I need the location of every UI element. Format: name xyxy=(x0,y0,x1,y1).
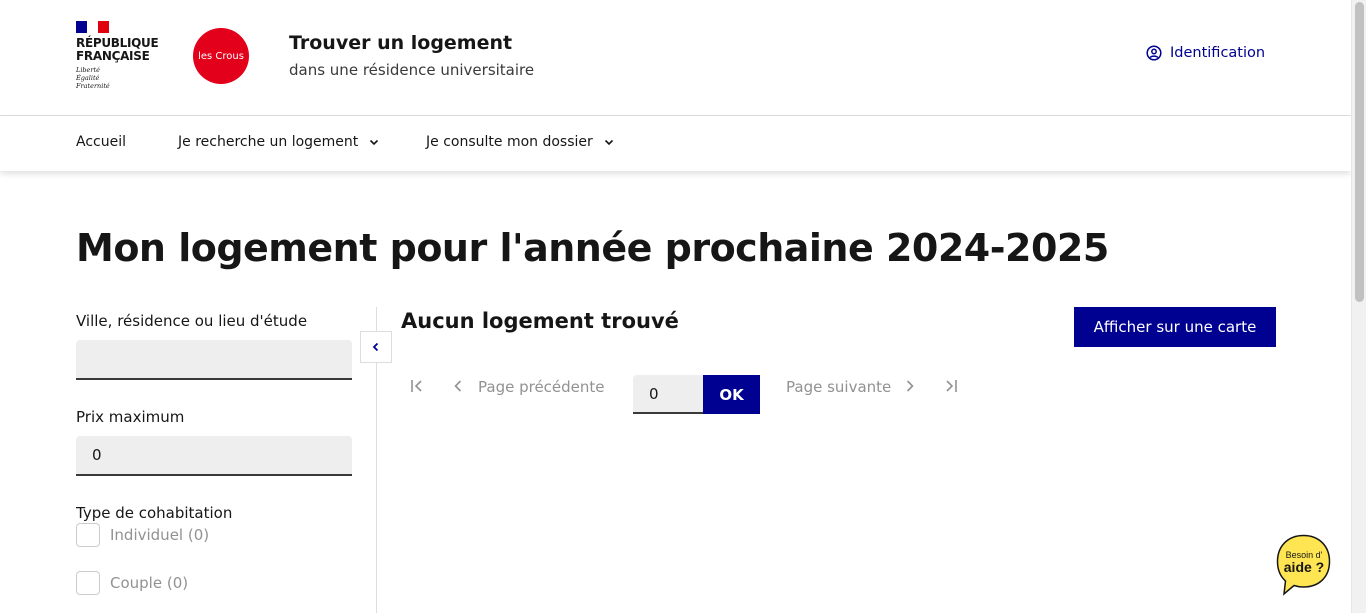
login-link[interactable]: Identification xyxy=(1146,45,1265,61)
gov-name: RÉPUBLIQUE FRANÇAISE xyxy=(76,37,166,63)
republique-francaise-logo[interactable]: RÉPUBLIQUE FRANÇAISE Liberté Égalité Fra… xyxy=(76,21,166,90)
gov-motto: Liberté Égalité Fraternité xyxy=(76,66,166,90)
checkbox-individuel[interactable]: Individuel (0) xyxy=(76,523,209,547)
site-title[interactable]: Trouver un logement xyxy=(289,32,512,54)
checkbox-box[interactable] xyxy=(76,571,100,595)
checkbox-couple[interactable]: Couple (0) xyxy=(76,571,188,595)
show-map-button[interactable]: Afficher sur une carte xyxy=(1074,307,1276,347)
chevron-left-icon xyxy=(372,342,379,352)
french-flag-icon xyxy=(76,21,109,33)
results-title: Aucun logement trouvé xyxy=(401,309,679,333)
nav-item-accueil[interactable]: Accueil xyxy=(76,134,126,150)
nav-item-recherche[interactable]: Je recherche un logement xyxy=(178,134,380,150)
previous-page-link[interactable]: Page précédente xyxy=(478,378,605,396)
filters-panel: Ville, résidence ou lieu d'étude Prix ma… xyxy=(76,312,352,522)
page-scrollbar[interactable] xyxy=(1351,0,1366,613)
motto-line3: Fraternité xyxy=(76,82,110,90)
nav-item-dossier[interactable]: Je consulte mon dossier xyxy=(426,134,615,150)
chevron-right-icon[interactable] xyxy=(902,378,918,394)
help-line2: aide ? xyxy=(1284,559,1324,575)
last-page-icon[interactable] xyxy=(943,378,959,394)
page-number-input[interactable] xyxy=(633,375,703,414)
page-title: Mon logement pour l'année prochaine 2024… xyxy=(76,226,1109,270)
main-nav: Accueil Je recherche un logement Je cons… xyxy=(0,116,1351,171)
price-label: Prix maximum xyxy=(76,408,185,426)
cohab-label: Type de cohabitation xyxy=(76,504,233,522)
scrollbar-thumb[interactable] xyxy=(1355,2,1364,302)
site-header: RÉPUBLIQUE FRANÇAISE Liberté Égalité Fra… xyxy=(0,0,1351,116)
collapse-filters-button[interactable] xyxy=(360,331,392,363)
checkbox-label: Individuel (0) xyxy=(110,526,210,544)
price-input[interactable] xyxy=(76,436,352,476)
location-label: Ville, résidence ou lieu d'étude xyxy=(76,312,308,330)
gov-name-line2: FRANÇAISE xyxy=(76,49,150,63)
help-chat-button[interactable]: Besoin d' aide ? xyxy=(1276,534,1331,596)
login-label: Identification xyxy=(1170,45,1266,61)
nav-item-label: Je consulte mon dossier xyxy=(426,134,593,150)
page-go-button[interactable]: OK xyxy=(703,375,760,414)
next-page-link[interactable]: Page suivante xyxy=(786,378,891,396)
chevron-left-icon[interactable] xyxy=(450,378,466,394)
site-tagline: dans une résidence universitaire xyxy=(289,61,535,79)
motto-line1: Liberté xyxy=(76,66,100,74)
nav-item-label: Accueil xyxy=(76,134,126,150)
crous-logo[interactable]: les Crous xyxy=(193,28,249,84)
checkbox-label: Couple (0) xyxy=(110,574,189,592)
chevron-down-icon xyxy=(370,139,379,146)
first-page-icon[interactable] xyxy=(409,378,425,394)
chevron-down-icon xyxy=(604,139,613,146)
location-input[interactable] xyxy=(76,340,352,380)
nav-item-label: Je recherche un logement xyxy=(178,134,359,150)
motto-line2: Égalité xyxy=(76,74,100,82)
account-circle-icon xyxy=(1146,45,1162,61)
checkbox-box[interactable] xyxy=(76,523,100,547)
